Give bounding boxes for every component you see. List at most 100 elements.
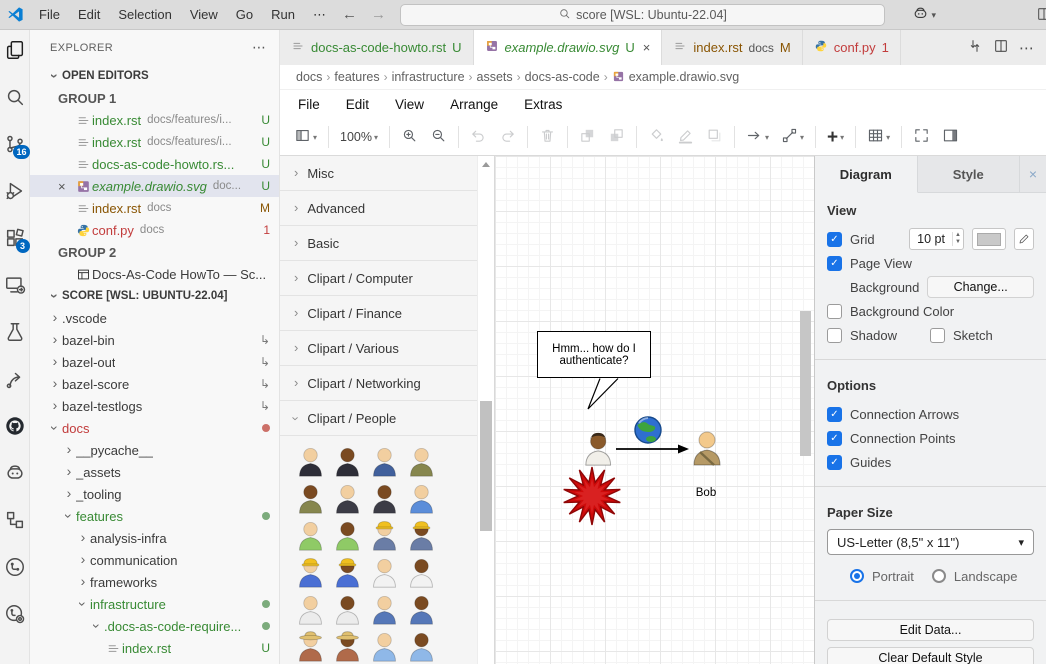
breadcrumb-item[interactable]: docs	[296, 70, 322, 84]
breadcrumb-item[interactable]: docs-as-code	[525, 70, 600, 84]
clipart-person-shape[interactable]	[329, 442, 366, 479]
clipart-person-shape[interactable]	[329, 516, 366, 553]
clipart-person-shape[interactable]	[366, 442, 403, 479]
edit-grid-color-icon[interactable]	[1014, 228, 1034, 250]
activity-git-tools[interactable]	[0, 603, 30, 650]
activity-live-share[interactable]	[0, 368, 30, 415]
clipart-person-shape[interactable]	[292, 553, 329, 590]
tree-item-index-rst[interactable]: index.rstU	[30, 637, 279, 659]
scroll-up-icon[interactable]	[482, 162, 490, 167]
tool-zoom-level[interactable]: 100%▾	[334, 130, 384, 144]
sketch-checkbox[interactable]	[930, 328, 945, 343]
tree-item-bazel-out[interactable]: ›bazel-out↳	[30, 351, 279, 373]
tool-connection[interactable]: ▾	[740, 127, 775, 147]
background-color-checkbox[interactable]	[827, 304, 842, 319]
clipart-person-shape[interactable]	[292, 442, 329, 479]
clipart-person-shape[interactable]	[292, 590, 329, 627]
tool-insert[interactable]: +▾	[821, 128, 850, 147]
clipart-person-shape[interactable]	[329, 479, 366, 516]
open-editor-item[interactable]: ×example.drawio.svgdoc...U	[30, 175, 279, 197]
activity-run-debug[interactable]	[0, 180, 30, 227]
palette-section-clipart---networking[interactable]: ›Clipart / Networking	[280, 366, 477, 401]
palette-section-advanced[interactable]: ›Advanced	[280, 191, 477, 226]
palette-section-clipart---various[interactable]: ›Clipart / Various	[280, 331, 477, 366]
clipart-person-shape[interactable]	[329, 553, 366, 590]
palette-scrollbar-thumb[interactable]	[480, 401, 492, 531]
menu-go[interactable]: Go	[227, 7, 262, 23]
activity-testing[interactable]	[0, 321, 30, 368]
palette-scrollbar[interactable]	[477, 156, 494, 664]
grid-color-swatch[interactable]	[972, 228, 1006, 250]
drawio-menu-view[interactable]: View	[395, 97, 424, 112]
tool-zoom-out[interactable]	[424, 127, 453, 147]
drawio-menu-arrange[interactable]: Arrange	[450, 97, 498, 112]
palette-section-misc[interactable]: ›Misc	[280, 156, 477, 191]
checkbox[interactable]	[827, 407, 842, 422]
tree-item-bazel-bin[interactable]: ›bazel-bin↳	[30, 329, 279, 351]
tab-docs-as-code-howto-rst[interactable]: docs-as-code-howto.rstU	[280, 30, 474, 65]
grid-size-input[interactable]: 10 pt ▲▼	[909, 228, 964, 250]
page-view-checkbox[interactable]	[827, 256, 842, 271]
palette-section-clipart---computer[interactable]: ›Clipart / Computer	[280, 261, 477, 296]
activity-remote-explorer[interactable]	[0, 274, 30, 321]
menu-more[interactable]: ⋯	[304, 7, 335, 23]
clipart-person-shape[interactable]	[403, 553, 440, 590]
tool-toggle-format-panel[interactable]	[936, 127, 965, 147]
tool-waypoints[interactable]: ▾	[775, 127, 810, 147]
clipart-person-shape[interactable]	[403, 590, 440, 627]
clipart-person-shape[interactable]	[366, 627, 403, 664]
open-editor-item[interactable]: Docs-As-Code HowTo — Sc...	[30, 263, 279, 285]
tree-item-infrastructure[interactable]: ›infrastructure	[30, 593, 279, 615]
activity-extensions[interactable]: 3	[0, 227, 30, 274]
split-editor-icon[interactable]	[993, 38, 1009, 57]
breadcrumb-item[interactable]: infrastructure	[392, 70, 465, 84]
command-center[interactable]: score [WSL: Ubuntu-22.04]	[400, 4, 885, 26]
activity-git-graph[interactable]	[0, 556, 30, 603]
change-background-button[interactable]: Change...	[927, 276, 1034, 298]
tree-item-frameworks[interactable]: ›frameworks	[30, 571, 279, 593]
activity-search[interactable]	[0, 86, 30, 133]
palette-section-clipart---finance[interactable]: ›Clipart / Finance	[280, 296, 477, 331]
shadow-checkbox[interactable]	[827, 328, 842, 343]
tab-index-rst[interactable]: index.rstdocsM	[662, 30, 802, 65]
clipart-person-shape[interactable]	[403, 479, 440, 516]
menu-selection[interactable]: Selection	[109, 7, 180, 23]
copilot-icon[interactable]	[912, 5, 929, 25]
tab-diagram[interactable]: Diagram	[815, 156, 918, 193]
tree-item--docs-as-code-require---[interactable]: ›.docs-as-code-require...	[30, 615, 279, 637]
clipart-person-shape[interactable]	[329, 627, 366, 664]
close-icon[interactable]: ×	[58, 179, 66, 194]
tree-item--tooling[interactable]: ›_tooling	[30, 483, 279, 505]
portrait-radio[interactable]	[850, 569, 864, 583]
clipart-person-shape[interactable]	[403, 516, 440, 553]
activity-hierarchy[interactable]	[0, 509, 30, 556]
clipart-person-shape[interactable]	[366, 553, 403, 590]
clipart-person-shape[interactable]	[366, 516, 403, 553]
clear-default-style-button[interactable]: Clear Default Style	[827, 647, 1034, 664]
tool-fullscreen[interactable]	[907, 127, 936, 147]
open-editor-item[interactable]: conf.pydocs1	[30, 219, 279, 241]
activity-source-control[interactable]: 16	[0, 133, 30, 180]
drawio-menu-extras[interactable]: Extras	[524, 97, 562, 112]
menu-view[interactable]: View	[181, 7, 227, 23]
tool-insert-table[interactable]: ▾	[861, 127, 896, 147]
landscape-radio[interactable]	[932, 569, 946, 583]
more-actions-icon[interactable]: ⋯	[1019, 39, 1034, 57]
layout-panel-icon[interactable]	[1036, 6, 1046, 25]
open-editor-item[interactable]: index.rstdocs/features/i...U	[30, 109, 279, 131]
menu-edit[interactable]: Edit	[69, 7, 109, 23]
clipart-person-shape[interactable]	[403, 442, 440, 479]
close-icon[interactable]: ×	[643, 40, 651, 55]
open-editor-item[interactable]: index.rstdocsM	[30, 197, 279, 219]
compare-changes-icon[interactable]	[967, 38, 983, 57]
tool-toggle-panels[interactable]: ▾	[288, 127, 323, 147]
activity-github[interactable]	[0, 415, 30, 462]
tree-item-bazel-score[interactable]: ›bazel-score↳	[30, 373, 279, 395]
drawio-menu-edit[interactable]: Edit	[346, 97, 369, 112]
drawio-menu-file[interactable]: File	[298, 97, 320, 112]
activity-copilot-chat[interactable]	[0, 462, 30, 509]
clipart-person-shape[interactable]	[292, 627, 329, 664]
forward-icon[interactable]: →	[364, 6, 393, 23]
explorer-more-icon[interactable]: ⋯	[252, 39, 267, 56]
tree-item-analysis-infra[interactable]: ›analysis-infra	[30, 527, 279, 549]
